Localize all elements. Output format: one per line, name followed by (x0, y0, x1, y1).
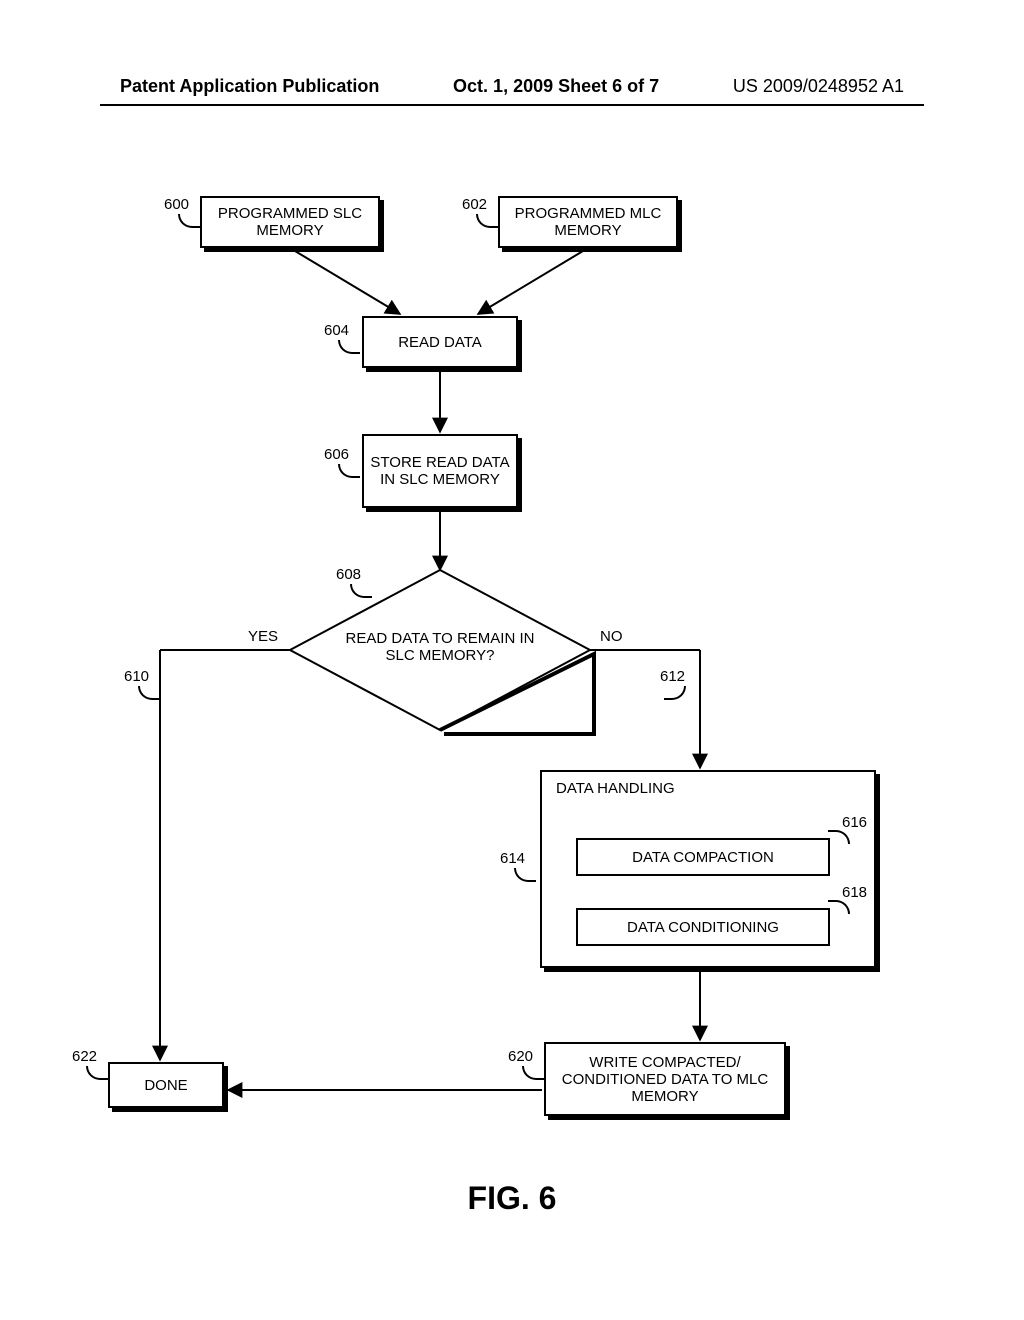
box-618-data-conditioning: DATA CONDITIONING (576, 908, 830, 946)
box-602-label: PROGRAMMED MLC MEMORY (506, 205, 670, 239)
box-616-label: DATA COMPACTION (632, 849, 774, 866)
ref-602: 602 (462, 196, 487, 213)
box-620-label: WRITE COMPACTED/ CONDITIONED DATA TO MLC… (552, 1054, 778, 1105)
box-614-label: DATA HANDLING (556, 780, 675, 797)
branch-yes-label: YES (248, 628, 278, 645)
box-606-label: STORE READ DATA IN SLC MEMORY (370, 454, 510, 488)
branch-no-label: NO (600, 628, 623, 645)
ref-614: 614 (500, 850, 525, 867)
ref-608: 608 (336, 566, 361, 583)
box-622-label: DONE (144, 1077, 187, 1094)
box-606-store-read-data: STORE READ DATA IN SLC MEMORY (362, 434, 518, 508)
box-604-label: READ DATA (398, 334, 482, 351)
box-600-programmed-slc: PROGRAMMED SLC MEMORY (200, 196, 380, 248)
box-618-label: DATA CONDITIONING (627, 919, 779, 936)
box-604-read-data: READ DATA (362, 316, 518, 368)
ref-604: 604 (324, 322, 349, 339)
box-602-programmed-mlc: PROGRAMMED MLC MEMORY (498, 196, 678, 248)
figure-label: FIG. 6 (0, 1180, 1024, 1217)
ref-616: 616 (842, 814, 867, 831)
diamond-608-text: READ DATA TO REMAIN IN SLC MEMORY? (340, 630, 540, 664)
box-616-data-compaction: DATA COMPACTION (576, 838, 830, 876)
ref-618: 618 (842, 884, 867, 901)
box-600-label: PROGRAMMED SLC MEMORY (208, 205, 372, 239)
box-620-write-mlc: WRITE COMPACTED/ CONDITIONED DATA TO MLC… (544, 1042, 786, 1116)
box-622-done: DONE (108, 1062, 224, 1108)
ref-600: 600 (164, 196, 189, 213)
ref-610: 610 (124, 668, 149, 685)
ref-622: 622 (72, 1048, 97, 1065)
ref-612: 612 (660, 668, 685, 685)
ref-620: 620 (508, 1048, 533, 1065)
ref-606: 606 (324, 446, 349, 463)
